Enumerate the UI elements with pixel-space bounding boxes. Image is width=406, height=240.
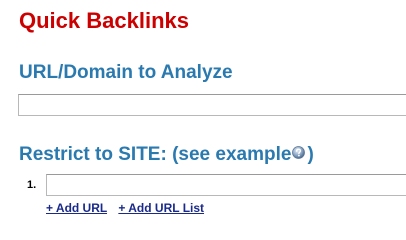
url-domain-input[interactable]	[18, 94, 406, 116]
page-title: Quick Backlinks	[19, 8, 189, 33]
quick-backlinks-panel: Quick Backlinks URL/Domain to Analyze Re…	[0, 0, 406, 230]
site-section-heading: Restrict to SITE: (see example )	[19, 142, 314, 167]
add-url-list-link[interactable]: + Add URL List	[118, 201, 204, 215]
add-url-link[interactable]: + Add URL	[46, 201, 107, 215]
site-heading-close: )	[307, 144, 314, 165]
site-url-input[interactable]	[46, 174, 406, 196]
help-icon[interactable]	[292, 142, 306, 159]
site-heading-text: Restrict to SITE: (see example	[19, 144, 292, 165]
site-row-number: 1.	[27, 179, 37, 191]
url-section-heading: URL/Domain to Analyze	[19, 62, 233, 83]
add-links-row: + Add URL + Add URL List	[46, 201, 204, 216]
